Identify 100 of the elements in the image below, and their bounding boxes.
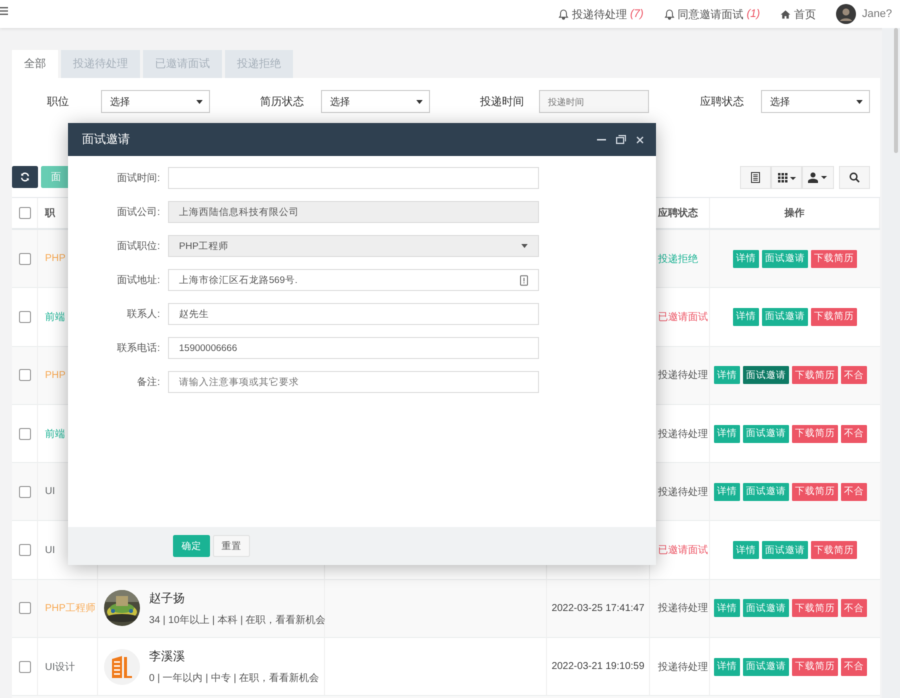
row-action-button[interactable]: 不合 <box>841 424 867 443</box>
row-action-button[interactable]: 详情 <box>714 366 740 384</box>
filter-select[interactable]: 选择 <box>101 90 210 113</box>
list-icon <box>751 172 760 183</box>
job-title: UI设计 <box>45 660 75 674</box>
minimize-icon[interactable] <box>597 138 606 140</box>
avatar-icon[interactable] <box>836 4 856 24</box>
input-field[interactable]: 15900006666 <box>168 337 539 359</box>
field-label: 联系电话: <box>116 342 161 355</box>
candidate-name: 李溪溪 <box>149 648 186 666</box>
user-name[interactable]: Jane? <box>862 8 892 20</box>
restore-icon[interactable] <box>616 135 626 144</box>
row-action-button[interactable]: 详情 <box>733 541 759 560</box>
row-action-button[interactable]: 面试邀请 <box>743 599 789 618</box>
bell-icon <box>664 8 675 20</box>
row-action-button[interactable]: 面试邀请 <box>743 366 789 384</box>
job-title: PHP工程师 <box>45 602 96 616</box>
row-action-button[interactable]: 下载简历 <box>811 250 857 268</box>
nav-link[interactable]: 首页 <box>780 6 816 22</box>
row-action-button[interactable]: 详情 <box>733 308 759 326</box>
row-checkbox[interactable] <box>18 602 30 614</box>
select-field[interactable]: PHP工程师 <box>168 235 539 257</box>
confirm-button[interactable]: 确定 <box>173 535 210 557</box>
tab[interactable]: 投递拒绝 <box>225 50 293 78</box>
input-field[interactable] <box>168 167 539 189</box>
candidate-name: 赵子扬 <box>149 590 186 607</box>
export-button[interactable] <box>802 166 834 189</box>
candidate-details: 0 | 一年以内 | 中专 | 在职，看看新机会 <box>149 672 320 686</box>
home-icon <box>780 8 792 20</box>
refresh-button[interactable] <box>12 166 38 188</box>
row-action-button[interactable]: 不合 <box>841 658 867 676</box>
reset-button[interactable]: 重置 <box>213 535 250 557</box>
row-action-button[interactable]: 面试邀请 <box>743 658 789 676</box>
status-text: 已邀请面试 <box>658 544 708 558</box>
search-icon <box>849 172 860 183</box>
input-field[interactable]: 请输入注意事项或其它要求 <box>168 371 539 393</box>
row-action-button[interactable]: 下载简历 <box>792 366 838 384</box>
caret-icon <box>856 100 863 104</box>
row-action-button[interactable]: 面试邀请 <box>743 482 789 501</box>
field-label: 面试地址: <box>116 274 161 287</box>
field-label: 备注: <box>136 376 161 389</box>
nav-link[interactable]: 投递待处理 (7) <box>558 6 644 22</box>
date-field[interactable]: 投递时间 <box>539 90 649 113</box>
row-action-button[interactable]: 面试邀请 <box>762 541 808 560</box>
row-action-button[interactable]: 下载简历 <box>792 599 838 618</box>
filter-label: 应聘状态 <box>700 94 745 109</box>
filter-label: 职位 <box>47 95 70 109</box>
tab[interactable]: 已邀请面试 <box>143 50 222 78</box>
row-action-button[interactable]: 详情 <box>714 599 740 618</box>
row-action-button[interactable]: 下载简历 <box>811 308 857 326</box>
nav-link[interactable]: 同意邀请面试 (1) <box>664 6 760 22</box>
row-action-button[interactable]: 详情 <box>714 424 740 443</box>
select-all-checkbox[interactable] <box>18 207 30 219</box>
map-picker-icon[interactable] <box>520 274 528 286</box>
row-action-button[interactable]: 详情 <box>714 658 740 676</box>
filter-select[interactable]: 选择 <box>761 90 870 113</box>
job-title: UI <box>45 544 55 556</box>
row-action-button[interactable]: 下载简历 <box>811 541 857 560</box>
row-checkbox[interactable] <box>18 310 30 323</box>
input-field[interactable]: 赵先生 <box>168 303 539 325</box>
input-field[interactable]: 上海西陆信息科技有限公司 <box>168 201 539 223</box>
close-icon[interactable] <box>636 136 644 144</box>
scrollbar-thumb[interactable] <box>894 28 898 153</box>
row-checkbox[interactable] <box>18 660 30 673</box>
status-text: 投递待处理 <box>658 368 708 382</box>
search-button[interactable] <box>839 166 870 189</box>
row-action-button[interactable]: 详情 <box>714 482 740 501</box>
row-action-button[interactable]: 不合 <box>841 482 867 501</box>
list-view-button[interactable] <box>740 166 771 189</box>
apply-time: 2022-03-25 17:41:47 <box>552 602 644 614</box>
row-checkbox[interactable] <box>18 252 30 265</box>
row-checkbox[interactable] <box>18 544 30 556</box>
row-checkbox[interactable] <box>18 369 30 382</box>
row-action-button[interactable]: 面试邀请 <box>743 424 789 443</box>
filter-select[interactable]: 选择 <box>321 90 430 113</box>
status-text: 投递待处理 <box>658 428 708 441</box>
menu-icon[interactable] <box>0 7 8 15</box>
candidate-details: 34 | 10年以上 | 本科 | 在职，看看新机会 <box>149 614 326 627</box>
apply-time: 2022-03-21 19:10:59 <box>552 661 644 672</box>
building-icon <box>104 648 140 685</box>
scrollbar[interactable] <box>882 28 900 698</box>
row-action-button[interactable]: 下载简历 <box>792 658 838 676</box>
row-action-button[interactable]: 下载简历 <box>792 482 838 501</box>
row-checkbox[interactable] <box>18 428 30 440</box>
row-action-button[interactable]: 不合 <box>841 599 867 618</box>
row-action-button[interactable]: 面试邀请 <box>762 250 808 268</box>
row-action-button[interactable]: 下载简历 <box>792 424 838 443</box>
tab[interactable]: 全部 <box>12 50 58 78</box>
user-export-icon <box>808 172 828 183</box>
row-action-button[interactable]: 详情 <box>733 250 759 268</box>
row-action-button[interactable]: 不合 <box>841 366 867 384</box>
tab[interactable]: 投递待处理 <box>61 50 140 78</box>
row-action-button[interactable]: 面试邀请 <box>762 308 808 326</box>
columns-button[interactable] <box>771 166 802 189</box>
status-text: 投递拒绝 <box>658 252 698 266</box>
filter-label: 投递时间 <box>480 94 525 109</box>
row-checkbox[interactable] <box>18 486 30 498</box>
field-label: 联系人: <box>126 308 161 321</box>
address-field[interactable]: 上海市徐汇区石龙路569号. <box>168 269 539 291</box>
job-title: UI <box>45 486 55 498</box>
